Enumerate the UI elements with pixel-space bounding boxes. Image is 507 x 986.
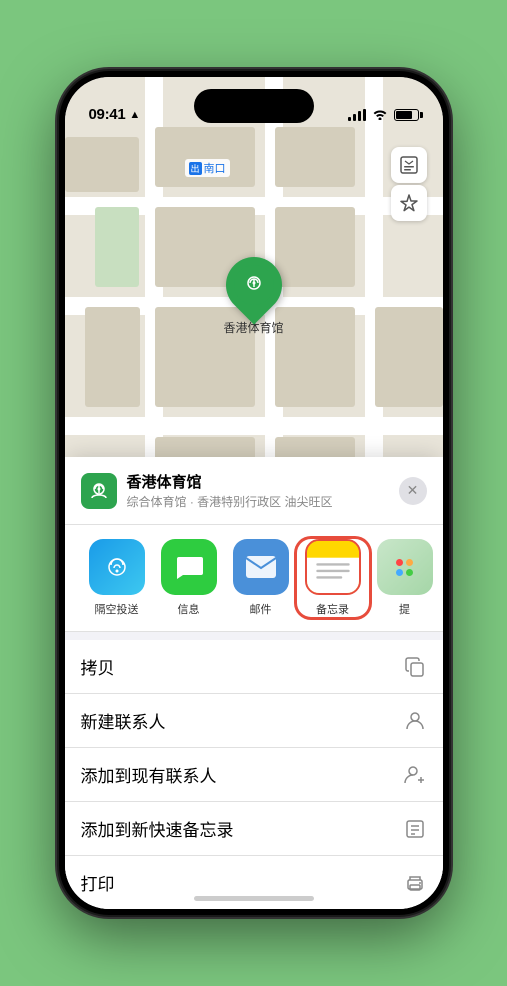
- action-add-contact[interactable]: 添加到现有联系人: [65, 748, 443, 802]
- dot-blue: [396, 569, 403, 576]
- signal-bar-3: [358, 111, 361, 121]
- wifi-icon: [372, 107, 388, 123]
- dynamic-island: [194, 89, 314, 123]
- messages-icon: [161, 539, 217, 595]
- status-time: 09:41: [89, 106, 126, 123]
- entrance-tag: 出: [189, 162, 202, 175]
- signal-bar-4: [363, 109, 366, 121]
- location-text: 香港体育馆 综合体育馆 · 香港特别行政区 油尖旺区: [127, 471, 333, 510]
- map-pin: 香港体育馆: [223, 257, 283, 336]
- copy-label: 拷贝: [81, 654, 115, 679]
- pin-circle: [214, 245, 293, 324]
- map-type-button[interactable]: [391, 147, 427, 183]
- signal-bars: [348, 109, 366, 121]
- map-block: [65, 137, 139, 192]
- share-item-notes[interactable]: 备忘录: [297, 539, 369, 617]
- note-icon: [403, 817, 427, 841]
- battery-icon: [394, 109, 419, 121]
- map-block: [275, 207, 355, 287]
- map-block: [275, 127, 355, 187]
- messages-label: 信息: [178, 601, 200, 617]
- map-controls: [391, 147, 427, 221]
- print-label: 打印: [81, 870, 115, 895]
- entrance-text: 南口: [204, 160, 226, 176]
- location-icon: ▲: [129, 109, 140, 121]
- airdrop-label: 隔空投送: [95, 601, 139, 617]
- location-name: 香港体育馆: [127, 471, 333, 492]
- dot-red: [396, 559, 403, 566]
- person-add-icon: [403, 763, 427, 787]
- phone-screen: 09:41 ▲: [65, 77, 443, 909]
- copy-icon: [403, 655, 427, 679]
- location-button[interactable]: [391, 185, 427, 221]
- share-item-more[interactable]: 提: [369, 539, 441, 617]
- mail-label: 邮件: [250, 601, 272, 617]
- signal-bar-2: [353, 114, 356, 121]
- mail-icon: [233, 539, 289, 595]
- phone-frame: 09:41 ▲: [59, 71, 449, 915]
- map-block: [375, 307, 443, 407]
- person-icon: [403, 709, 427, 733]
- battery-fill: [396, 111, 413, 119]
- map-block: [85, 307, 140, 407]
- new-contact-label: 新建联系人: [81, 708, 166, 733]
- map-road: [65, 417, 443, 435]
- action-list: 拷贝 新建联系人: [65, 640, 443, 909]
- close-button[interactable]: ✕: [399, 477, 427, 505]
- add-contact-label: 添加到现有联系人: [81, 762, 217, 787]
- map-block: [155, 127, 255, 187]
- dot-green: [406, 569, 413, 576]
- location-subtitle: 综合体育馆 · 香港特别行政区 油尖旺区: [127, 493, 333, 510]
- notes-label: 备忘录: [316, 601, 349, 617]
- share-item-mail[interactable]: 邮件: [225, 539, 297, 617]
- status-icons: [348, 107, 419, 123]
- action-print[interactable]: 打印: [65, 856, 443, 909]
- home-indicator: [194, 896, 314, 901]
- location-info: 香港体育馆 综合体育馆 · 香港特别行政区 油尖旺区: [81, 471, 333, 510]
- map-block: [275, 307, 355, 407]
- location-card: 香港体育馆 综合体育馆 · 香港特别行政区 油尖旺区 ✕: [65, 457, 443, 525]
- action-copy[interactable]: 拷贝: [65, 640, 443, 694]
- notes-icon: [305, 539, 361, 595]
- print-icon: [403, 871, 427, 895]
- more-dots: [396, 559, 413, 576]
- more-apps-icon: [377, 539, 433, 595]
- map-entrance-label: 出 南口: [185, 159, 230, 177]
- action-new-contact[interactable]: 新建联系人: [65, 694, 443, 748]
- share-item-messages[interactable]: 信息: [153, 539, 225, 617]
- airdrop-icon: [89, 539, 145, 595]
- pin-inner: [233, 265, 273, 305]
- location-venue-icon: [81, 473, 117, 509]
- signal-bar-1: [348, 117, 351, 121]
- bottom-sheet: 香港体育馆 综合体育馆 · 香港特别行政区 油尖旺区 ✕: [65, 457, 443, 909]
- dot-orange: [406, 559, 413, 566]
- more-label: 提: [399, 601, 410, 617]
- map-block: [95, 207, 139, 287]
- action-quick-note[interactable]: 添加到新快速备忘录: [65, 802, 443, 856]
- quick-note-label: 添加到新快速备忘录: [81, 816, 234, 841]
- share-row: 隔空投送 信息: [65, 525, 443, 632]
- share-item-airdrop[interactable]: 隔空投送: [81, 539, 153, 617]
